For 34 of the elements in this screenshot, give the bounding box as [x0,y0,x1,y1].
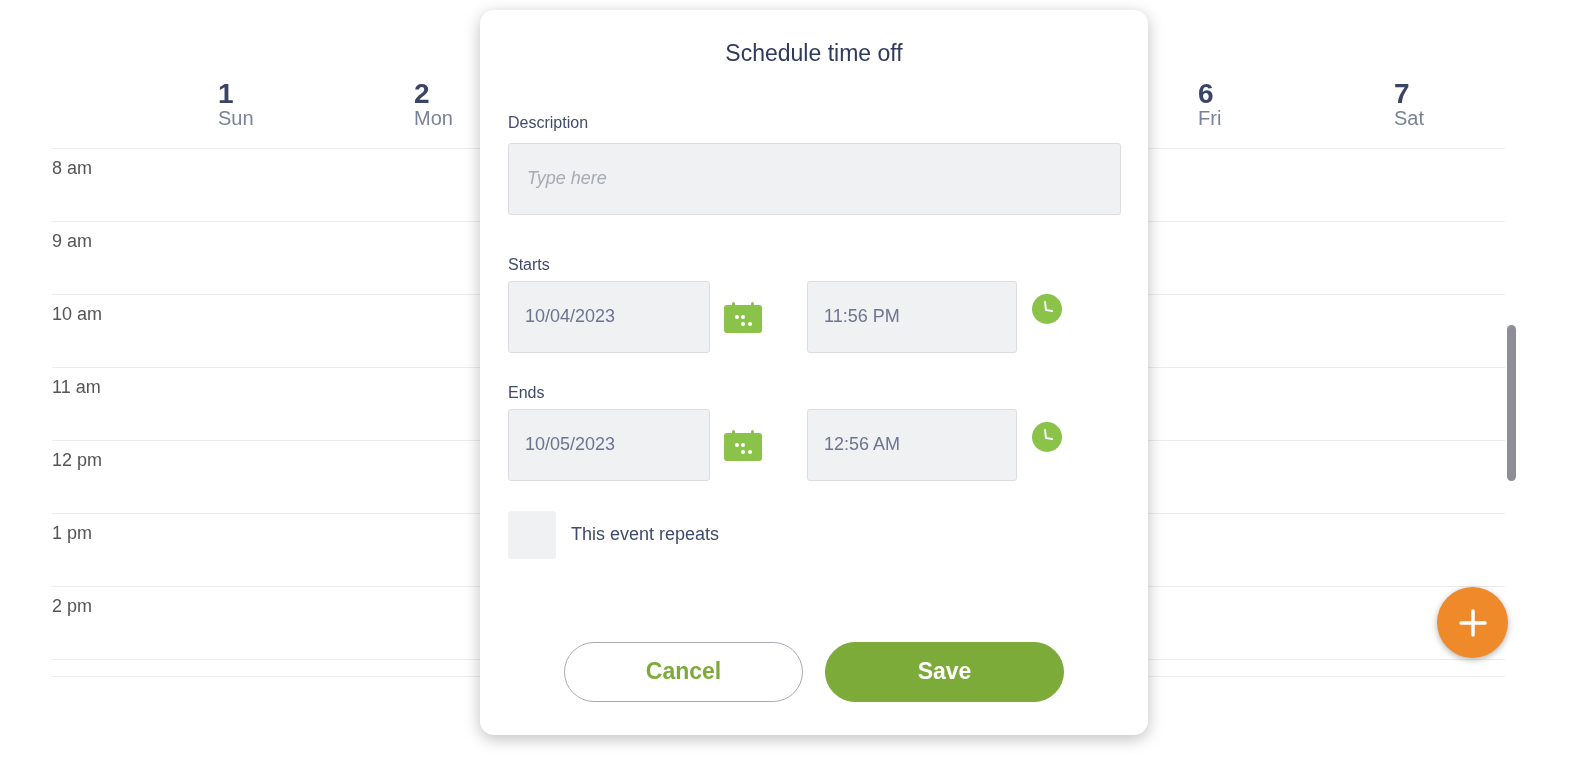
time-label: 9 am [52,231,93,251]
calendar-icon[interactable] [724,429,762,461]
add-button[interactable] [1437,587,1508,658]
save-button[interactable]: Save [825,641,1064,702]
field-label: Ends [508,382,546,403]
cancel-button[interactable]: Cancel [564,641,803,702]
plus-icon [1458,608,1487,637]
clock-icon[interactable] [1032,293,1062,324]
day-number: 6 [1198,80,1214,108]
scrollbar-thumb[interactable] [1507,325,1516,481]
day-number: 7 [1394,80,1410,108]
weekday-label: Sat [1394,108,1425,128]
time-label: 8 am [52,158,93,178]
time-label: 12 pm [52,450,103,470]
time-field[interactable]: 11:56 PM [807,280,1017,353]
field-label: Starts [508,254,551,275]
description-field[interactable]: Type here [508,142,1121,215]
field-label: Description [508,112,590,133]
time-label: 11 am [52,377,101,397]
time-label: 10 am [52,304,103,324]
calendar-icon[interactable] [724,301,762,333]
weekday-label: Mon [414,108,453,128]
weekday-label: Fri [1198,108,1222,128]
weekday-label: Sun [218,108,254,128]
time-label: 2 pm [52,596,93,616]
checkbox-label: This event repeats [571,523,720,546]
day-number: 2 [414,80,430,108]
date-field[interactable]: 10/04/2023 [508,280,710,353]
clock-icon[interactable] [1032,421,1062,452]
time-label: 1 pm [52,523,93,543]
date-field[interactable]: 10/05/2023 [508,408,710,481]
time-field[interactable]: 12:56 AM [807,408,1017,481]
dialog-title: Schedule time off [725,39,903,68]
day-number: 1 [218,80,234,108]
